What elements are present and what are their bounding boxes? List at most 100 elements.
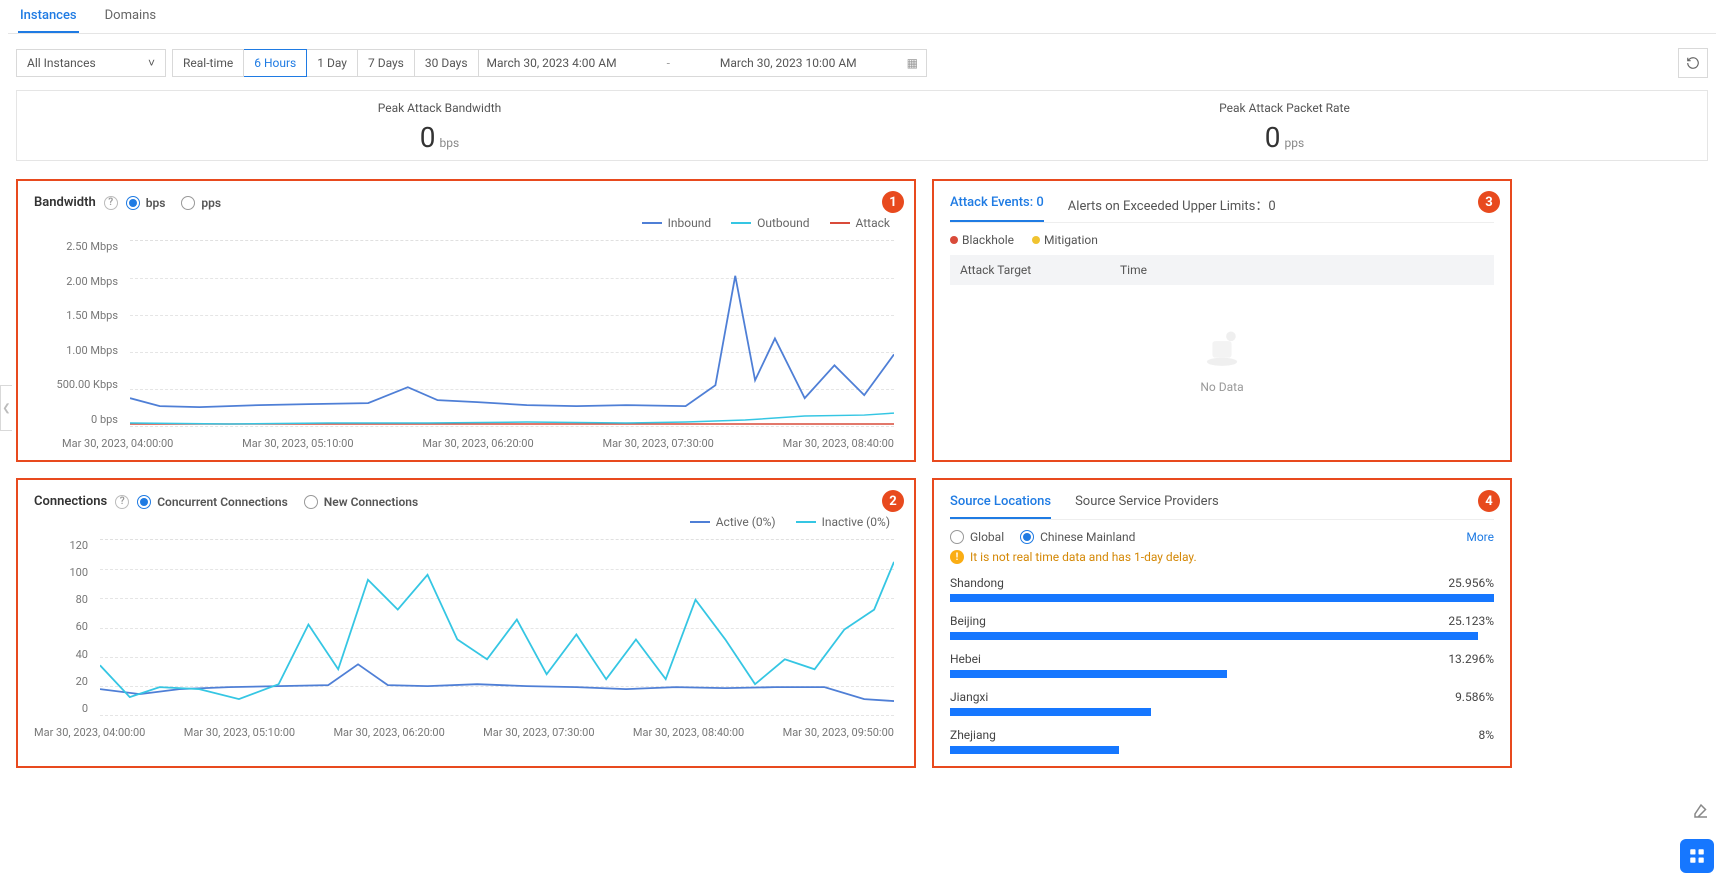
panel-source-locations: 4 Source Locations Source Service Provid…: [932, 478, 1512, 768]
legend-mitigation: Mitigation: [1032, 233, 1098, 247]
legend-attack[interactable]: Attack: [830, 216, 890, 230]
chevron-down-icon: ˅: [148, 56, 155, 70]
panel-badge-3: 3: [1478, 191, 1500, 213]
panel-bandwidth: 1 Bandwidth ? bps pps Inbound Outbound A…: [16, 179, 916, 462]
source-bar-row: Zhejiang 8%: [950, 728, 1494, 754]
col-time: Time: [1120, 263, 1484, 277]
tab-domains[interactable]: Domains: [103, 0, 158, 33]
kpi-peak-packet-rate: Peak Attack Packet Rate 0 pps: [862, 101, 1707, 154]
empty-icon: [1200, 326, 1244, 370]
legend-inbound[interactable]: Inbound: [642, 216, 711, 230]
radio-bps[interactable]: bps: [126, 196, 166, 210]
seg-1day[interactable]: 1 Day: [307, 49, 358, 77]
kpi-pr-value: 0: [1265, 121, 1281, 154]
radio-pps[interactable]: pps: [181, 196, 221, 210]
source-bar-row: Hebei 13.296%: [950, 652, 1494, 678]
source-bar-row: Jiangxi 9.586%: [950, 690, 1494, 716]
connections-yticks: 120 100 80 60 40 20 0: [34, 539, 94, 715]
source-bar-row: Shandong 25.956%: [950, 576, 1494, 602]
source-bar-row: Beijing 25.123%: [950, 614, 1494, 640]
bandwidth-title: Bandwidth: [34, 195, 96, 210]
seg-7days[interactable]: 7 Days: [358, 49, 415, 77]
source-pct: 9.586%: [1455, 690, 1494, 704]
bandwidth-unit-group: bps pps: [126, 196, 221, 210]
radio-global[interactable]: Global: [950, 530, 1004, 544]
tab-instances[interactable]: Instances: [18, 0, 79, 33]
apps-floating-button[interactable]: [1680, 839, 1714, 873]
refresh-button[interactable]: [1678, 48, 1708, 78]
kpi-peak-bandwidth: Peak Attack Bandwidth 0 bps: [17, 101, 862, 154]
legend-inactive[interactable]: Inactive (0%): [796, 515, 890, 529]
source-pct: 8%: [1478, 728, 1494, 742]
kpi-bw-unit: bps: [440, 136, 460, 150]
kpi-pr-unit: pps: [1285, 136, 1305, 150]
help-icon[interactable]: ?: [115, 495, 129, 509]
connections-type-group: Concurrent Connections New Connections: [137, 495, 418, 509]
panel-attack-events: 3 Attack Events: 0 Alerts on Exceeded Up…: [932, 179, 1512, 462]
source-pct: 13.296%: [1448, 652, 1494, 666]
sources-bar-list: Shandong 25.956% Beijing 25.123% Hebei 13.296…: [950, 576, 1494, 754]
source-name: Shandong: [950, 576, 1004, 590]
panel-badge-4: 4: [1478, 490, 1500, 512]
tab-alerts[interactable]: Alerts on Exceeded Upper Limits：0: [1068, 195, 1276, 222]
sources-more-link[interactable]: More: [1466, 530, 1494, 544]
kpi-bw-label: Peak Attack Bandwidth: [17, 101, 862, 115]
tab-source-providers[interactable]: Source Service Providers: [1075, 494, 1219, 519]
connections-header: Connections ? Concurrent Connections New…: [34, 494, 898, 509]
seg-30days[interactable]: 30 Days: [415, 49, 479, 77]
source-pct: 25.123%: [1448, 614, 1494, 628]
seg-realtime[interactable]: Real-time: [172, 49, 244, 77]
events-table-header: Attack Target Time: [950, 255, 1494, 285]
connections-plot: [100, 539, 894, 715]
legend-active[interactable]: Active (0%): [690, 515, 776, 529]
col-attack-target: Attack Target: [960, 263, 1120, 277]
seg-6hours[interactable]: 6 Hours: [244, 49, 307, 77]
top-tabs: Instances Domains: [8, 0, 1716, 34]
legend-outbound[interactable]: Outbound: [731, 216, 809, 230]
radio-new[interactable]: New Connections: [304, 495, 418, 509]
calendar-icon: ▦: [907, 56, 918, 70]
kpi-row: Peak Attack Bandwidth 0 bps Peak Attack P…: [16, 90, 1708, 161]
panel-connections: 2 Connections ? Concurrent Connections N…: [16, 478, 916, 768]
radio-chinese-mainland[interactable]: Chinese Mainland: [1020, 530, 1135, 544]
source-name: Zhejiang: [950, 728, 996, 742]
events-legend: Blackhole Mitigation: [950, 233, 1494, 247]
date-range-picker[interactable]: March 30, 2023 4:00 AM - March 30, 2023 …: [479, 49, 927, 77]
bandwidth-yticks: 2.50 Mbps 2.00 Mbps 1.50 Mbps 1.00 Mbps …: [34, 240, 124, 426]
bandwidth-plot: [130, 240, 894, 426]
bandwidth-legend: Inbound Outbound Attack: [34, 210, 898, 236]
edit-floating-icon[interactable]: [1692, 802, 1710, 823]
date-from: March 30, 2023 4:00 AM: [487, 56, 617, 70]
connections-chart: 120 100 80 60 40 20 0 Mar 30, 2023,: [34, 539, 898, 739]
instance-select-value: All Instances: [27, 56, 96, 70]
sources-tabs: Source Locations Source Service Provider…: [950, 494, 1494, 520]
legend-blackhole: Blackhole: [950, 233, 1014, 247]
radio-concurrent[interactable]: Concurrent Connections: [137, 495, 288, 509]
warning-icon: !: [950, 550, 964, 564]
panel-badge-2: 2: [882, 490, 904, 512]
connections-xticks: Mar 30, 2023, 04:00:00 Mar 30, 2023, 05:…: [34, 726, 894, 739]
panel-badge-1: 1: [882, 191, 904, 213]
source-pct: 25.956%: [1448, 576, 1494, 590]
time-range-segment: Real-time 6 Hours 1 Day 7 Days 30 Days M…: [172, 49, 927, 77]
source-name: Jiangxi: [950, 690, 988, 704]
connections-legend: Active (0%) Inactive (0%): [34, 509, 898, 535]
tab-source-locations[interactable]: Source Locations: [950, 494, 1051, 519]
kpi-bw-value: 0: [420, 121, 436, 154]
instance-select[interactable]: All Instances ˅: [16, 49, 166, 77]
sources-region-group: Global Chinese Mainland: [950, 530, 1135, 544]
help-icon[interactable]: ?: [104, 196, 118, 210]
events-empty: No Data: [950, 285, 1494, 435]
connections-title: Connections: [34, 494, 107, 509]
bandwidth-chart: 2.50 Mbps 2.00 Mbps 1.50 Mbps 1.00 Mbps …: [34, 240, 898, 450]
source-name: Hebei: [950, 652, 981, 666]
source-name: Beijing: [950, 614, 986, 628]
tab-attack-events[interactable]: Attack Events: 0: [950, 195, 1044, 222]
date-dash: -: [667, 56, 670, 70]
side-expand-handle[interactable]: ❮: [0, 385, 12, 431]
filter-row: All Instances ˅ Real-time 6 Hours 1 Day …: [8, 34, 1716, 90]
sources-warning: ! It is not real time data and has 1-day…: [950, 550, 1494, 564]
kpi-pr-label: Peak Attack Packet Rate: [862, 101, 1707, 115]
bandwidth-xticks: Mar 30, 2023, 04:00:00 Mar 30, 2023, 05:…: [62, 437, 894, 450]
no-data-text: No Data: [1200, 380, 1243, 394]
